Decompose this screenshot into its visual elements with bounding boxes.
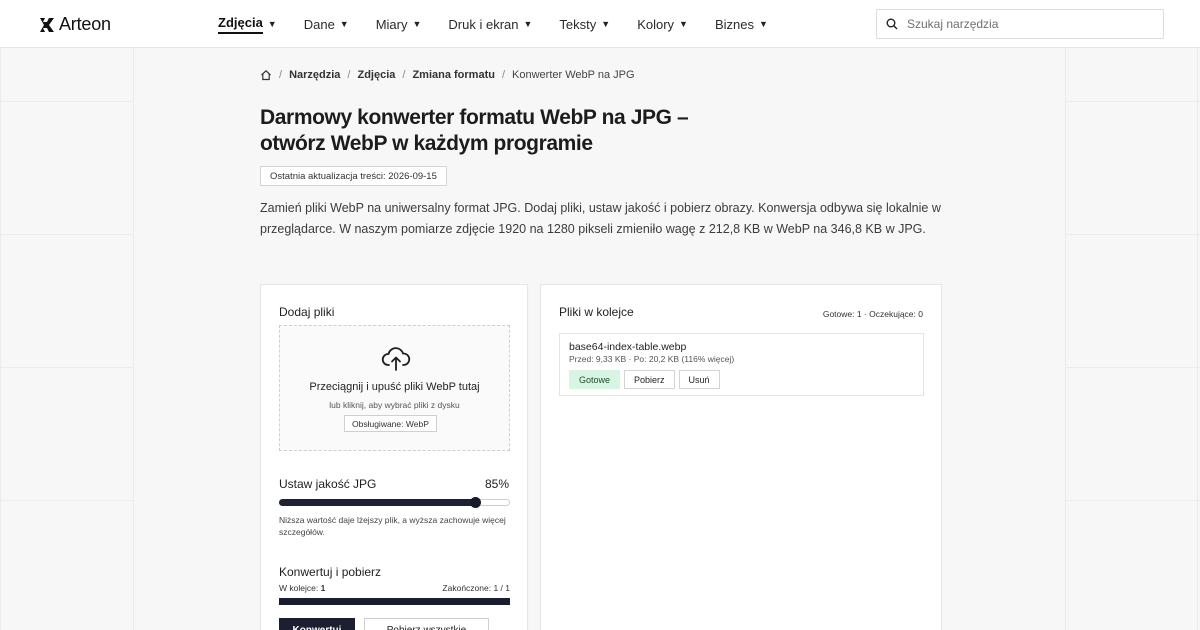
file-name: base64-index-table.webp (569, 341, 687, 353)
nav-label: Biznes (714, 16, 754, 32)
home-icon[interactable] (260, 69, 272, 81)
queue-panel: Pliki w kolejce Gotowe: 1 · Oczekujące: … (540, 284, 942, 630)
convert-button[interactable]: Konwertuj (279, 618, 355, 630)
nav-item-zdjecia[interactable]: Zdjęcia ▼ (218, 0, 277, 48)
intro-text: Zamień pliki WebP na uniwersalny format … (260, 201, 941, 236)
breadcrumb: / Narzędzia / Zdjęcia / Zmiana formatu /… (260, 69, 635, 81)
remove-button[interactable]: Usuń (678, 370, 720, 389)
breadcrumb-separator: / (501, 69, 506, 81)
last-updated-badge: Ostatnia aktualizacja treści: 2026-09-15 (260, 166, 447, 186)
caret-down-icon: ▼ (679, 19, 688, 29)
queue-stats: Gotowe: 1 · Oczekujące: 0 (822, 309, 923, 319)
search-box[interactable] (876, 9, 1164, 39)
nav-label: Kolory (637, 16, 675, 32)
nav-label: Teksty (559, 16, 597, 32)
caret-down-icon: ▼ (339, 19, 349, 29)
caret-down-icon: ▼ (523, 19, 533, 29)
upload-panel: Dodaj pliki Przeciągnij i upuść pliki We… (260, 284, 528, 630)
quality-slider[interactable] (279, 497, 510, 508)
caret-down-icon: ▼ (759, 19, 768, 29)
logo-text: Arteon (59, 14, 111, 34)
caret-down-icon: ▼ (601, 19, 611, 29)
progress-fill (279, 598, 510, 605)
file-size-meta: Przed: 9,33 KB · Po: 20,2 KB (116% więce… (569, 354, 735, 364)
caret-down-icon: ▼ (267, 19, 277, 29)
file-dropzone[interactable]: Przeciągnij i upuść pliki WebP tutaj lub… (279, 325, 510, 451)
slider-fill (279, 499, 476, 506)
nav-item-dane[interactable]: Dane ▼ (304, 0, 349, 48)
breadcrumb-link-zdjecia[interactable]: Zdjęcia (357, 69, 395, 81)
nav-item-miary[interactable]: Miary ▼ (376, 0, 422, 48)
nav-item-kolory[interactable]: Kolory ▼ (637, 0, 688, 48)
convert-title: Konwertuj i pobierz (279, 565, 382, 579)
nav-label: Druk i ekran (448, 16, 519, 32)
arteon-logo-icon (40, 17, 54, 32)
queue-count-text: W kolejce: 1 (279, 583, 325, 593)
file-actions: Gotowe Pobierz Usuń (569, 370, 720, 389)
quality-label: Ustaw jakość JPG (279, 477, 377, 491)
breadcrumb-current: Konwerter WebP na JPG (512, 69, 635, 81)
nav-label: Miary (375, 16, 408, 32)
nav-item-teksty[interactable]: Teksty ▼ (559, 0, 610, 48)
nav-label: Dane (303, 16, 335, 32)
slider-thumb[interactable] (470, 497, 482, 508)
dropzone-title: Przeciągnij i upuść pliki WebP tutaj (309, 381, 480, 393)
quality-value: 85% (484, 477, 509, 491)
download-button[interactable]: Pobierz (624, 370, 675, 389)
breadcrumb-separator: / (402, 69, 406, 81)
logo[interactable]: Arteon (39, 14, 111, 35)
top-navigation-bar: Arteon Zdjęcia ▼ Dane ▼ Miary ▼ Druk i e… (0, 0, 1200, 48)
quality-hint: Niższa wartość daje lżejszy plik, a wyżs… (279, 515, 506, 537)
search-input[interactable] (907, 17, 1147, 31)
breadcrumb-separator: / (347, 69, 351, 81)
main-nav: Zdjęcia ▼ Dane ▼ Miary ▼ Druk i ekran ▼ … (218, 0, 795, 48)
search-icon (886, 18, 898, 30)
nav-label: Zdjęcia (218, 15, 263, 34)
breadcrumb-link-zmiana-formatu[interactable]: Zmiana formatu (412, 69, 495, 81)
conversion-progress-bar (279, 598, 510, 605)
nav-item-biznes[interactable]: Biznes ▼ (715, 0, 768, 48)
breadcrumb-separator: / (279, 69, 283, 81)
status-badge: Gotowe (569, 370, 621, 389)
done-count: Zakończone: 1 / 1 (442, 583, 510, 593)
page-title: Darmowy konwerter formatu WebP na JPG – … (260, 106, 689, 155)
supported-formats-badge: Obsługiwane: WebP (344, 415, 437, 432)
cloud-upload-icon (381, 347, 411, 371)
queue-title: Pliki w kolejce (559, 305, 634, 319)
queue-count: 1 (320, 583, 326, 593)
breadcrumb-link-narzedzia[interactable]: Narzędzia (289, 69, 340, 81)
download-all-button[interactable]: Pobierz wszystkie (364, 618, 489, 630)
list-item: base64-index-table.webp Przed: 9,33 KB ·… (559, 333, 924, 396)
dropzone-subtitle: lub kliknij, aby wybrać pliki z dysku (329, 400, 460, 410)
main-content: / Narzędzia / Zdjęcia / Zmiana formatu /… (133, 48, 1066, 630)
upload-title: Dodaj pliki (279, 305, 335, 319)
caret-down-icon: ▼ (412, 19, 422, 29)
queue-label: W kolejce: (279, 583, 319, 593)
nav-item-druk-i-ekran[interactable]: Druk i ekran ▼ (448, 0, 532, 48)
queue-status-row: W kolejce: 1 Zakończone: 1 / 1 (279, 583, 510, 593)
